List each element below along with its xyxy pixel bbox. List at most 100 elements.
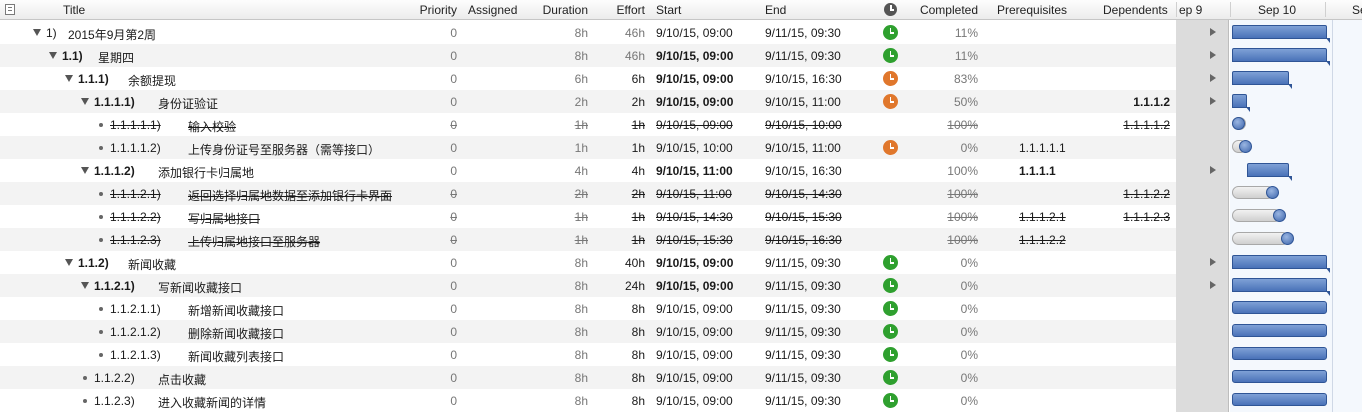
row-title: 添加银行卡归属地 xyxy=(158,166,255,180)
gantt-expand-icon[interactable] xyxy=(1210,74,1216,82)
gantt-milestone-knob[interactable] xyxy=(1231,117,1245,130)
row-effort: 8h xyxy=(631,302,645,316)
disclosure-triangle-icon[interactable] xyxy=(81,282,89,289)
status-clock-icon xyxy=(883,255,898,270)
gantt-task-bar[interactable] xyxy=(1232,301,1327,314)
row-number: 1.1) xyxy=(62,49,83,63)
gantt-expand-icon[interactable] xyxy=(1210,51,1216,59)
table-row[interactable]: 1.1.2.1.3) 新闻收藏列表接口 0 8h 8h 9/10/15, 09:00 9/1… xyxy=(0,343,1176,366)
table-row[interactable]: 1.1.1.2.3) 上传归属地接口至服务器 0 1h 1h 9/10/15, 15:30… xyxy=(0,228,1176,251)
table-row[interactable]: 1.1.1.1.1) 输入校验 0 1h 1h 9/10/15, 09:00 9/10/15… xyxy=(0,113,1176,136)
row-duration: 8h xyxy=(574,394,588,408)
table-row[interactable]: 1.1.1.2.1) 返回选择归属地数据至添加银行卡界面 0 2h 2h 9/10/15,… xyxy=(0,182,1176,205)
table-row[interactable]: 1.1) 星期四 0 8h 46h 9/10/15, 09:00 9/11/15, 09:3… xyxy=(0,44,1176,67)
status-clock-icon xyxy=(883,71,898,86)
row-priority: 0 xyxy=(450,233,457,247)
table-row[interactable]: 1.1.2.1.2) 删除新闻收藏接口 0 8h 8h 9/10/15, 09:00 9/1… xyxy=(0,320,1176,343)
row-start: 9/10/15, 10:00 xyxy=(656,141,733,155)
row-duration: 8h xyxy=(574,26,588,40)
gantt-date-sep9: ep 9 xyxy=(1179,3,1203,17)
table-row[interactable]: 1.1.2.1) 写新闻收藏接口 0 8h 24h 9/10/15, 09:00 9/11/… xyxy=(0,274,1176,297)
table-row[interactable]: 1.1.1) 余额提现 0 6h 6h 9/10/15, 09:00 9/10/15, 16… xyxy=(0,67,1176,90)
row-priority: 0 xyxy=(450,141,457,155)
row-completed: 0% xyxy=(960,348,978,362)
table-row[interactable]: 1.1.1.2.2) 写归属地接口 0 1h 1h 9/10/15, 14:30 9/10/… xyxy=(0,205,1176,228)
gantt-chart[interactable] xyxy=(1176,20,1362,412)
row-end: 9/11/15, 09:30 xyxy=(765,325,841,339)
header-priority[interactable]: Priority xyxy=(400,3,457,17)
row-duration: 1h xyxy=(574,233,588,247)
header-effort[interactable]: Effort xyxy=(590,3,645,17)
row-completed: 0% xyxy=(960,394,978,408)
outline-icon[interactable] xyxy=(5,4,15,15)
status-clock-icon[interactable] xyxy=(884,3,897,16)
gantt-milestone-knob[interactable] xyxy=(1281,232,1294,245)
gantt-task-bar[interactable] xyxy=(1232,324,1327,337)
gantt-date-sep11: Se xyxy=(1352,3,1362,17)
disclosure-triangle-icon[interactable] xyxy=(65,259,73,266)
row-priority: 0 xyxy=(450,279,457,293)
gantt-expand-icon[interactable] xyxy=(1210,166,1216,174)
header-duration[interactable]: Duration xyxy=(520,3,588,17)
gantt-expand-icon[interactable] xyxy=(1210,281,1216,289)
disclosure-triangle-icon[interactable] xyxy=(33,29,41,36)
gantt-expand-icon[interactable] xyxy=(1210,97,1216,105)
gantt-expand-icon[interactable] xyxy=(1210,258,1216,266)
header-end[interactable]: End xyxy=(765,3,786,17)
disclosure-triangle-icon[interactable] xyxy=(65,75,73,82)
row-number: 1.1.2.3) xyxy=(94,394,135,408)
header-assigned[interactable]: Assigned xyxy=(468,3,517,17)
row-effort: 8h xyxy=(631,348,645,362)
gantt-summary-bar[interactable] xyxy=(1232,48,1330,66)
row-priority: 0 xyxy=(450,371,457,385)
gantt-summary-bar[interactable] xyxy=(1232,278,1330,296)
row-start: 9/10/15, 09:00 xyxy=(656,325,733,339)
row-prerequisites: 1.1.1.1.1 xyxy=(1019,141,1066,155)
header-title[interactable]: Title xyxy=(63,3,85,17)
row-effort: 40h xyxy=(624,256,645,270)
gantt-summary-bar[interactable] xyxy=(1232,25,1330,43)
row-duration: 8h xyxy=(574,256,588,270)
gantt-summary-bar[interactable] xyxy=(1232,255,1330,273)
header-dependents[interactable]: Dependents xyxy=(1103,3,1168,17)
gantt-expand-icon[interactable] xyxy=(1210,28,1216,36)
gantt-summary-bar[interactable] xyxy=(1232,94,1251,112)
table-row[interactable]: 1) 2015年9月第2周 0 8h 46h 9/10/15, 09:00 9/11/15,… xyxy=(0,21,1176,44)
header-prerequisites[interactable]: Prerequisites xyxy=(997,3,1067,17)
table-row[interactable]: 1.1.1.1.2) 上传身份证号至服务器（需等接口） 0 1h 1h 9/10/15, … xyxy=(0,136,1176,159)
table-row[interactable]: 1.1.2.1.1) 新增新闻收藏接口 0 8h 8h 9/10/15, 09:00 9/1… xyxy=(0,297,1176,320)
row-priority: 0 xyxy=(450,302,457,316)
row-duration: 1h xyxy=(574,141,588,155)
table-row[interactable]: 1.1.1.2) 添加银行卡归属地 0 4h 4h 9/10/15, 11:00 9/10/… xyxy=(0,159,1176,182)
row-start: 9/10/15, 11:00 xyxy=(656,187,732,201)
header-start[interactable]: Start xyxy=(656,3,681,17)
header-completed[interactable]: Completed xyxy=(900,3,978,17)
row-end: 9/10/15, 11:00 xyxy=(765,141,841,155)
row-dependents: 1.1.1.2.3 xyxy=(1123,210,1170,224)
gantt-summary-bar[interactable] xyxy=(1247,163,1292,181)
gantt-task-bar[interactable] xyxy=(1232,370,1327,383)
disclosure-triangle-icon[interactable] xyxy=(81,98,89,105)
row-title: 删除新闻收藏接口 xyxy=(188,327,285,341)
row-effort: 8h xyxy=(631,371,645,385)
table-row[interactable]: 1.1.2.2) 点击收藏 0 8h 8h 9/10/15, 09:00 9/11/15, … xyxy=(0,366,1176,389)
row-prerequisites: 1.1.1.2.2 xyxy=(1019,233,1066,247)
table-row[interactable]: 1.1.2) 新闻收藏 0 8h 40h 9/10/15, 09:00 9/11/15, 0… xyxy=(0,251,1176,274)
disclosure-triangle-icon[interactable] xyxy=(81,167,89,174)
gantt-task-bar[interactable] xyxy=(1232,347,1327,360)
table-row[interactable]: 1.1.2.3) 进入收藏新闻的详情 0 8h 8h 9/10/15, 09:00 9/11… xyxy=(0,389,1176,412)
row-effort: 1h xyxy=(631,141,645,155)
row-prerequisites: 1.1.1.2.1 xyxy=(1019,210,1066,224)
gantt-date-sep10: Sep 10 xyxy=(1258,3,1297,17)
row-number: 1.1.1.2.2) xyxy=(110,210,161,224)
table-row[interactable]: 1.1.1.1) 身份证验证 0 2h 2h 9/10/15, 09:00 9/10/15,… xyxy=(0,90,1176,113)
row-completed: 100% xyxy=(947,164,978,178)
gantt-task-bar[interactable] xyxy=(1232,393,1327,406)
disclosure-triangle-icon[interactable] xyxy=(49,52,57,59)
row-end: 9/11/15, 09:30 xyxy=(765,26,841,40)
gantt-summary-bar[interactable] xyxy=(1232,71,1292,89)
row-start: 9/10/15, 09:00 xyxy=(656,95,734,109)
gantt-milestone-knob[interactable] xyxy=(1265,186,1279,199)
row-end: 9/10/15, 11:00 xyxy=(765,95,841,109)
row-start: 9/10/15, 09:00 xyxy=(656,26,733,40)
